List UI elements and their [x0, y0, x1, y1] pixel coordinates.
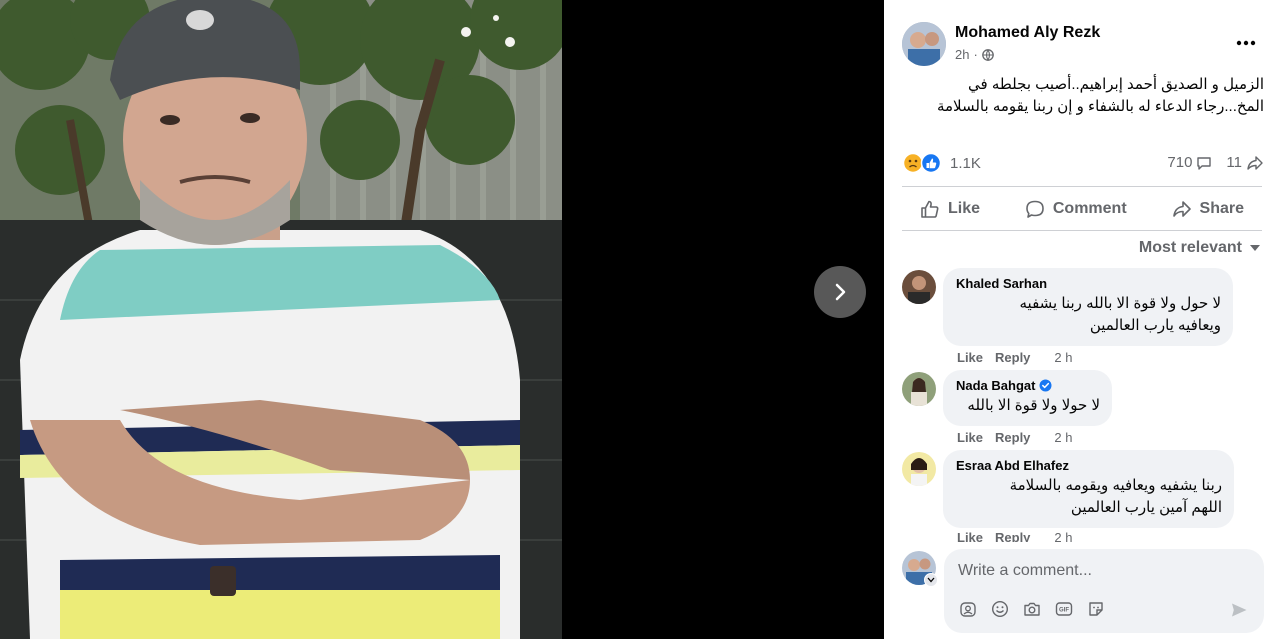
- photo-button[interactable]: [1022, 599, 1042, 619]
- emoji-button[interactable]: [990, 599, 1010, 619]
- commenter-avatar[interactable]: [902, 270, 936, 304]
- post-actions: Like Comment Share: [902, 188, 1262, 230]
- comment-input-box: GIF: [944, 549, 1264, 633]
- comment-count-value: 710: [1167, 154, 1193, 171]
- comment-like-button[interactable]: Like: [957, 430, 983, 445]
- comment-reply-button[interactable]: Reply: [995, 430, 1030, 445]
- globe-icon: [981, 48, 994, 61]
- comment-count[interactable]: 710: [1167, 154, 1212, 171]
- comment-text-line: ويعافيه يارب العالمين: [1089, 317, 1221, 334]
- next-photo-button[interactable]: [814, 266, 866, 318]
- comment-sort-dropdown[interactable]: Most relevant: [1139, 239, 1260, 257]
- avatar-sticker-button[interactable]: [958, 599, 978, 619]
- post-panel: Mohamed Aly Rezk 2h · الزميل و الصديق أح…: [884, 0, 1280, 639]
- comment-reply-button[interactable]: Reply: [995, 530, 1030, 542]
- comment-bubble-icon: [1197, 156, 1212, 170]
- chevron-right-icon: [835, 283, 846, 301]
- comment-time[interactable]: 2 h: [1054, 530, 1072, 542]
- sticker-button[interactable]: [1086, 599, 1106, 619]
- comment-button[interactable]: Comment: [1007, 188, 1145, 230]
- reaction-count[interactable]: 1.1K: [950, 155, 981, 172]
- post-time[interactable]: 2h: [955, 47, 969, 62]
- comment-time[interactable]: 2 h: [1054, 350, 1072, 365]
- post-meta: 2h ·: [955, 47, 994, 62]
- post-photo[interactable]: [0, 0, 562, 639]
- sticker-icon: [1089, 602, 1103, 616]
- commenter-name[interactable]: Esraa Abd Elhafez: [956, 458, 1222, 473]
- more-dots-icon: [1236, 40, 1256, 46]
- thumbs-up-icon: [921, 200, 939, 218]
- author-name[interactable]: Mohamed Aly Rezk: [955, 24, 1100, 42]
- comment-composer: GIF: [902, 549, 1264, 633]
- sort-label: Most relevant: [1138, 239, 1242, 256]
- gif-button[interactable]: GIF: [1054, 599, 1074, 619]
- dot-separator: ·: [973, 47, 978, 62]
- composer-tools: GIF: [958, 599, 1106, 619]
- commenter-avatar[interactable]: [902, 372, 936, 406]
- comment-text-line: لا حول ولا قوة الا بالله ربنا يشفيه: [1019, 295, 1222, 312]
- more-options-button[interactable]: [1228, 28, 1264, 58]
- comment-text-line: ربنا يشفيه ويعافيه ويقومه بالسلامة: [1009, 477, 1222, 494]
- comment-icon: [1026, 200, 1044, 218]
- share-count[interactable]: 11: [1226, 154, 1264, 171]
- svg-text:GIF: GIF: [1059, 608, 1069, 614]
- chevron-down-icon: [927, 577, 935, 583]
- engagement-stats: 710 11: [1167, 154, 1264, 171]
- reactions-bar: 1.1K 710 11: [902, 150, 1264, 178]
- camera-icon: [1024, 602, 1040, 616]
- commenter-name-row: Nada Bahgat: [956, 378, 1100, 393]
- post-text: الزميل و الصديق أحمد إبراهيم..أصيب بجلطه…: [936, 76, 1264, 115]
- comment-bubble: Khaled Sarhan لا حول ولا قوة الا بالله ر…: [943, 268, 1233, 346]
- comment-input[interactable]: [958, 559, 1248, 583]
- share-button[interactable]: Share: [1154, 188, 1262, 230]
- like-button[interactable]: Like: [902, 188, 998, 230]
- photo-viewer: [0, 0, 884, 639]
- comment-like-button[interactable]: Like: [957, 530, 983, 542]
- verified-badge-icon: [1039, 379, 1052, 392]
- share-arrow-icon: [1247, 155, 1263, 170]
- reaction-icons[interactable]: [902, 152, 946, 174]
- comment-actions: Like Reply 2 h: [957, 530, 1073, 542]
- emoji-icon: [991, 600, 1009, 618]
- comment-actions: Like Reply 2 h: [957, 350, 1073, 365]
- share-count-value: 11: [1226, 154, 1242, 171]
- commenter-avatar[interactable]: [902, 452, 936, 486]
- share-label: Share: [1199, 200, 1244, 217]
- share-icon: [1172, 201, 1191, 217]
- like-label: Like: [948, 200, 981, 217]
- comment-bubble: Esraa Abd Elhafez ربنا يشفيه ويعافيه ويق…: [943, 450, 1234, 528]
- comment-text-line: اللهم آمين يارب العالمين: [1070, 499, 1222, 516]
- comment-time[interactable]: 2 h: [1054, 430, 1072, 445]
- comment-like-button[interactable]: Like: [957, 350, 983, 365]
- send-icon: [1232, 603, 1247, 617]
- gif-icon: GIF: [1055, 602, 1073, 616]
- comment-text-line: لا حولا ولا قوة الا بالله: [967, 397, 1100, 414]
- sad-reaction-icon: [902, 152, 924, 174]
- author-avatar[interactable]: [902, 22, 946, 66]
- divider: [902, 230, 1262, 231]
- commenter-name[interactable]: Nada Bahgat: [956, 378, 1035, 393]
- post-header: Mohamed Aly Rezk 2h ·: [902, 22, 1264, 68]
- comment-actions: Like Reply 2 h: [957, 430, 1073, 445]
- caret-down-icon: [1250, 245, 1260, 251]
- avatar-sticker-icon: [960, 602, 976, 617]
- send-comment-button[interactable]: [1228, 599, 1250, 621]
- divider: [902, 186, 1262, 187]
- comment-bubble: Nada Bahgat لا حولا ولا قوة الا بالله: [943, 370, 1112, 426]
- comment-label: Comment: [1052, 200, 1127, 217]
- comment-reply-button[interactable]: Reply: [995, 350, 1030, 365]
- comments-list: Khaled Sarhan لا حول ولا قوة الا بالله ر…: [884, 262, 1280, 542]
- commenter-name[interactable]: Khaled Sarhan: [956, 276, 1221, 291]
- profile-switch-badge[interactable]: [924, 573, 938, 587]
